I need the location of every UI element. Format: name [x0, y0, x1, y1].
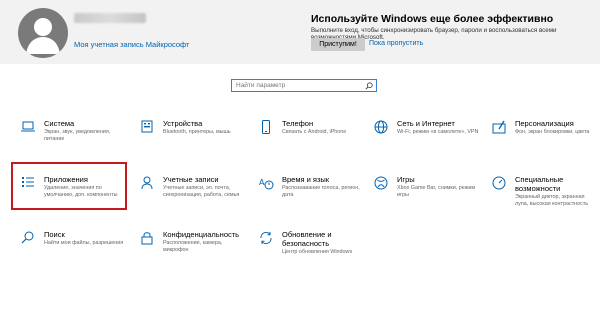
tile-description: Xbox Game Bar, снимки, режим игры	[397, 185, 476, 198]
tile-title: Игры	[397, 175, 415, 184]
settings-search-box[interactable]	[231, 79, 377, 92]
tile-gaming[interactable]: Игры Xbox Game Bar, снимки, режим игры	[364, 174, 476, 222]
tile-network[interactable]: Сеть и Интернет Wi-Fi, режим «в самолете…	[364, 118, 478, 166]
tile-title: Обновление и безопасность	[282, 230, 332, 248]
svg-text:A: A	[259, 178, 265, 187]
search-icon	[21, 231, 34, 244]
search-icon[interactable]	[365, 82, 373, 90]
get-started-button[interactable]: Приступим!	[311, 38, 365, 51]
tile-description: Экранный диктор, экранная лупа, высокая …	[515, 194, 589, 207]
microsoft-account-link[interactable]: Моя учетная запись Майкрософт	[74, 40, 190, 49]
tile-system[interactable]: Система Экран, звук, уведомления, питани…	[11, 118, 123, 166]
ease-of-access-icon	[492, 176, 506, 190]
tile-title: Поиск	[44, 230, 65, 239]
tile-title: Телефон	[282, 119, 314, 128]
paint-icon	[492, 120, 506, 134]
tile-title: Система	[44, 119, 75, 128]
tile-description: Bluetooth, принтеры, мышь	[163, 129, 231, 135]
phone-icon	[262, 120, 270, 134]
tile-title: Конфиденциальность	[163, 230, 240, 239]
tile-title: Время и язык	[282, 175, 330, 184]
tile-title: Специальные возможности	[515, 175, 564, 193]
blurred-account-name	[74, 13, 146, 23]
xbox-icon	[374, 176, 388, 190]
lock-icon	[141, 232, 153, 245]
tile-personalization[interactable]: Персонализация Фон, экран блокировки, цв…	[482, 118, 594, 166]
header-banner: Моя учетная запись Майкрософт Используйт…	[0, 0, 600, 64]
tile-search[interactable]: Поиск Найти мои файлы, разрешения	[11, 229, 123, 277]
tile-privacy[interactable]: Конфиденциальность Расположение, камера,…	[130, 229, 242, 277]
tile-description: Фон, экран блокировки, цвета	[515, 129, 590, 135]
skip-for-now-link[interactable]: Пока пропустить	[369, 40, 423, 47]
time-language-icon: A	[259, 178, 274, 190]
tile-title: Устройства	[163, 119, 203, 128]
person-icon	[141, 176, 153, 190]
search-input[interactable]	[236, 80, 356, 91]
tile-update-security[interactable]: Обновление и безопасность Центр обновлен…	[249, 229, 361, 283]
tile-title: Учетные записи	[163, 175, 219, 184]
tile-time-language[interactable]: A Время и язык Распознавание голоса, рег…	[249, 174, 361, 222]
apps-highlight-frame	[11, 162, 127, 210]
tile-description: Расположение, камера, микрофон	[163, 240, 223, 253]
globe-icon	[374, 120, 388, 134]
user-silhouette-icon	[26, 18, 60, 54]
tile-phone[interactable]: Телефон Связать с Android, iPhone	[249, 118, 361, 166]
tile-description: Связать с Android, iPhone	[282, 129, 347, 135]
tile-description: Найти мои файлы, разрешения	[44, 240, 124, 246]
update-icon	[260, 231, 272, 245]
tile-accounts[interactable]: Учетные записи Учетные записи, эл. почта…	[130, 174, 242, 222]
tile-description: Учетные записи, эл. почта, синхронизация…	[163, 185, 240, 198]
tile-description: Центр обновления Windows	[282, 249, 353, 255]
tile-title: Сеть и Интернет	[397, 119, 455, 128]
tile-devices[interactable]: Устройства Bluetooth, принтеры, мышь	[130, 118, 242, 166]
keyboard-icon	[141, 120, 153, 133]
tile-description: Wi-Fi, режим «в самолете», VPN	[397, 129, 479, 135]
avatar[interactable]	[18, 8, 68, 58]
tile-description: Экран, звук, уведомления, питание	[44, 129, 111, 142]
laptop-icon	[21, 121, 35, 132]
tile-description: Распознавание голоса, регион, дата	[282, 185, 360, 198]
promo-title: Используйте Windows еще более эффективно	[311, 13, 554, 25]
tile-ease-of-access[interactable]: Специальные возможности Экранный диктор,…	[482, 174, 594, 228]
tile-title: Персонализация	[515, 119, 574, 128]
